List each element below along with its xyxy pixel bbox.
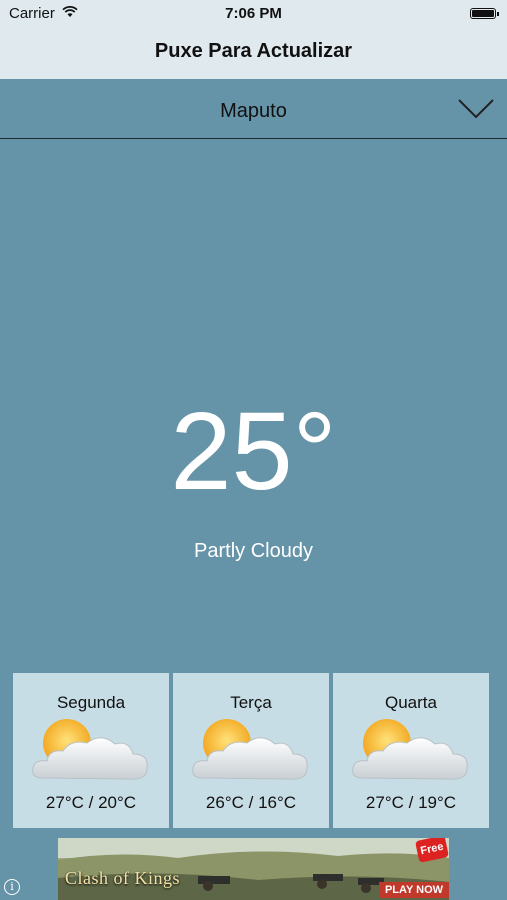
chevron-down-icon[interactable] [457, 98, 495, 120]
partly-cloudy-icon [32, 719, 148, 780]
current-condition: Partly Cloudy [194, 540, 313, 562]
forecast-day: Terça [230, 693, 272, 712]
info-icon[interactable]: i [4, 879, 20, 895]
city-selector[interactable]: Maputo [0, 79, 507, 139]
navigation-bar: Carrier 7:06 PM Puxe Para Actualizar [0, 0, 507, 79]
forecast-range: 27°C / 19°C [365, 793, 457, 812]
clock: 7:06 PM [225, 5, 282, 22]
forecast-range: 26°C / 16°C [205, 793, 297, 812]
forecast-range: 27°C / 20°C [45, 793, 137, 812]
ad-banner[interactable]: Clash of Kings Free PLAY NOW [58, 838, 449, 900]
page-title: Puxe Para Actualizar [154, 40, 353, 62]
battery-icon [470, 8, 499, 19]
partly-cloudy-icon [352, 719, 468, 780]
status-bar: Carrier 7:06 PM [0, 0, 507, 26]
forecast-card: Segunda 27°C / 20°C [13, 673, 169, 828]
current-temperature: 25° [170, 390, 337, 513]
forecast-day: Segunda [56, 693, 126, 712]
partly-cloudy-icon [192, 719, 308, 780]
ad-banner-area: Clash of Kings Free PLAY NOW [0, 838, 507, 900]
city-name: Maputo [220, 100, 287, 122]
forecast-card: Terça 26°C / 16°C [173, 673, 329, 828]
forecast-day: Quarta [385, 693, 437, 712]
forecast-card: Quarta 27°C / 19°C [333, 673, 489, 828]
ad-title: Clash of Kings [65, 868, 180, 888]
ad-play-button[interactable]: PLAY NOW [379, 882, 449, 898]
